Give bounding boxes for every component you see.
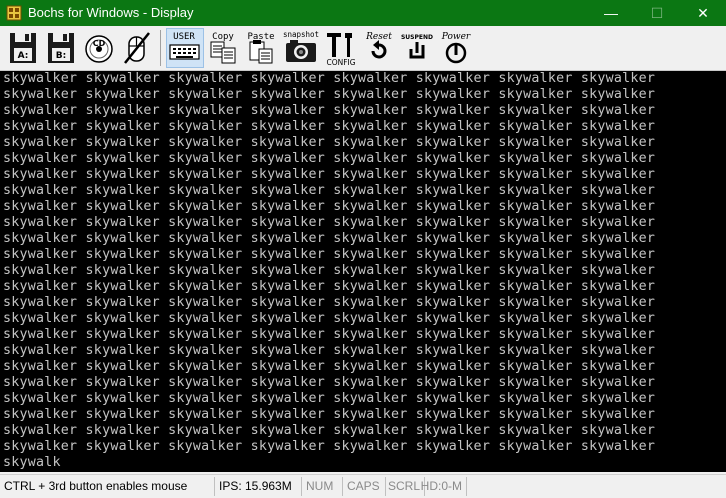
window-title: Bochs for Windows - Display [28,5,194,20]
floppy-a-button[interactable]: A: [6,29,40,67]
suspend-icon: SUSPEND [401,34,433,59]
mouse-disabled-icon [124,32,150,64]
reset-icon: Reset [365,32,392,59]
maximize-button[interactable]: ☐ [634,0,680,26]
reset-button[interactable]: Reset [362,29,396,67]
config-button[interactable]: CONFIG [324,29,358,67]
user-button[interactable]: USER [166,28,204,68]
status-hd: HD:0-M [420,477,467,496]
config-tools-icon: CONFIG [326,33,356,67]
console-output: skywalker skywalker skywalker skywalker … [3,71,656,470]
cdrom-label: CD [93,39,106,48]
cdrom-icon: CD [85,35,113,63]
keyboard-icon: USER [169,32,200,60]
floppy-disk-icon: B: [48,33,74,63]
status-ips: IPS: 15.963M [215,477,302,496]
copy-button[interactable]: Copy [206,29,240,67]
user-label: USER [173,32,195,42]
status-scrl: SCRL [384,477,425,496]
paste-icon: Paste [247,32,275,64]
config-label: CONFIG [326,58,355,67]
bochs-app-icon[interactable] [6,5,22,21]
toolbar-separator [160,30,161,66]
minimize-button[interactable]: — [588,0,634,26]
cdrom-button[interactable]: CD [82,29,116,67]
snapshot-button[interactable]: snapshot [282,29,320,67]
status-hint: CTRL + 3rd button enables mouse [0,477,215,496]
copy-label: Copy [212,32,234,42]
title-bar[interactable]: Bochs for Windows - Display — ☐ ✕ [0,0,726,26]
close-button[interactable]: ✕ [680,0,726,26]
emulator-display[interactable]: skywalker skywalker skywalker skywalker … [0,71,726,472]
snapshot-label: snapshot [283,30,319,39]
suspend-label: SUSPEND [401,34,433,41]
paste-button[interactable]: Paste [244,29,278,67]
power-label: Power [441,32,471,42]
floppy-a-label: A: [18,51,29,61]
toolbar: A: B: CD USER Copy Paste snapshot CONFIG… [0,26,726,71]
power-button[interactable]: Power [438,29,474,67]
mouse-toggle-button[interactable] [120,29,154,67]
status-num: NUM [302,477,343,496]
copy-icon: Copy [210,32,236,64]
suspend-button[interactable]: SUSPEND [400,29,434,67]
floppy-b-label: B: [56,51,66,61]
camera-icon: snapshot [283,30,319,62]
bochs-window: Bochs for Windows - Display — ☐ ✕ A: B: [0,0,726,498]
floppy-b-button[interactable]: B: [44,29,78,67]
status-caps: CAPS [343,477,386,496]
status-bar: CTRL + 3rd button enables mouse IPS: 15.… [0,474,726,498]
floppy-disk-icon: A: [10,33,36,63]
power-icon: Power [441,32,471,64]
